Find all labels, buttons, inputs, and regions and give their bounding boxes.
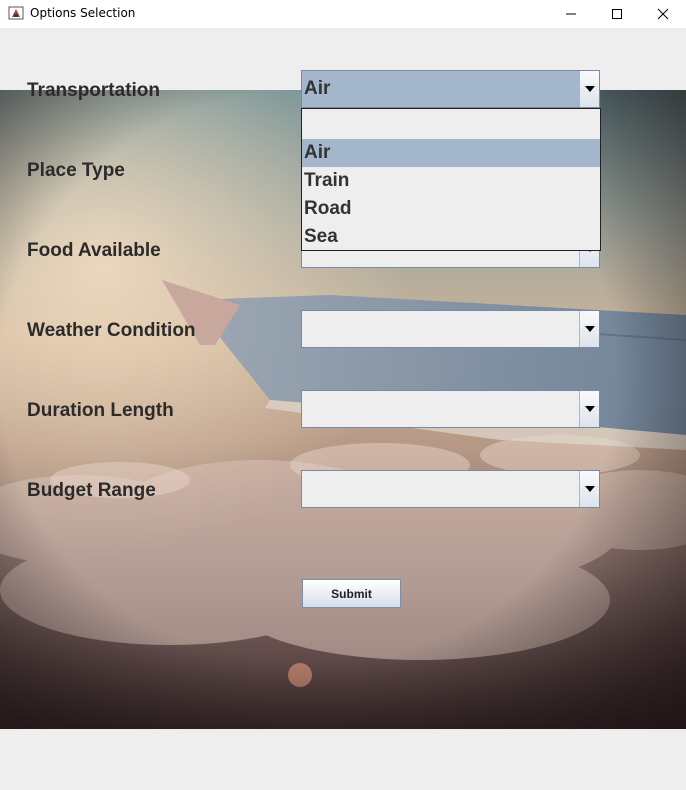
duration-length-combobox[interactable] xyxy=(301,390,600,428)
dropdown-option-road[interactable]: Road xyxy=(302,195,600,223)
food-available-label: Food Available xyxy=(27,240,161,261)
dropdown-option-air[interactable]: Air xyxy=(302,139,600,167)
java-app-icon xyxy=(8,5,24,21)
budget-range-label: Budget Range xyxy=(27,480,156,501)
chevron-down-icon xyxy=(584,486,595,492)
budget-range-combobox[interactable] xyxy=(301,470,600,508)
transportation-dropdown-list: Air Train Road Sea xyxy=(301,108,601,251)
transportation-value: Air xyxy=(304,71,582,107)
weather-condition-dropdown-arrow[interactable] xyxy=(579,311,599,347)
duration-length-dropdown-arrow[interactable] xyxy=(579,391,599,427)
minimize-icon xyxy=(566,13,576,15)
chevron-down-icon xyxy=(584,406,595,412)
submit-button[interactable]: Submit xyxy=(302,579,401,608)
dropdown-option-empty[interactable] xyxy=(302,111,600,139)
maximize-icon xyxy=(612,9,622,19)
maximize-button[interactable] xyxy=(594,0,640,28)
dropdown-option-train[interactable]: Train xyxy=(302,167,600,195)
close-icon xyxy=(657,8,669,20)
budget-range-dropdown-arrow[interactable] xyxy=(579,471,599,507)
close-button[interactable] xyxy=(640,0,686,28)
dropdown-option-sea[interactable]: Sea xyxy=(302,223,600,251)
transportation-combobox[interactable]: Air xyxy=(301,70,600,108)
window-title: Options Selection xyxy=(30,6,136,20)
chevron-down-icon xyxy=(584,86,595,92)
weather-condition-label: Weather Condition xyxy=(27,320,196,341)
title-bar: Options Selection xyxy=(0,0,686,28)
minimize-button[interactable] xyxy=(548,0,594,28)
weather-condition-combobox[interactable] xyxy=(301,310,600,348)
transportation-label: Transportation xyxy=(27,80,161,101)
place-type-label: Place Type xyxy=(27,160,125,181)
transportation-dropdown-arrow[interactable] xyxy=(579,71,599,107)
duration-length-label: Duration Length xyxy=(27,400,174,421)
chevron-down-icon xyxy=(584,326,595,332)
